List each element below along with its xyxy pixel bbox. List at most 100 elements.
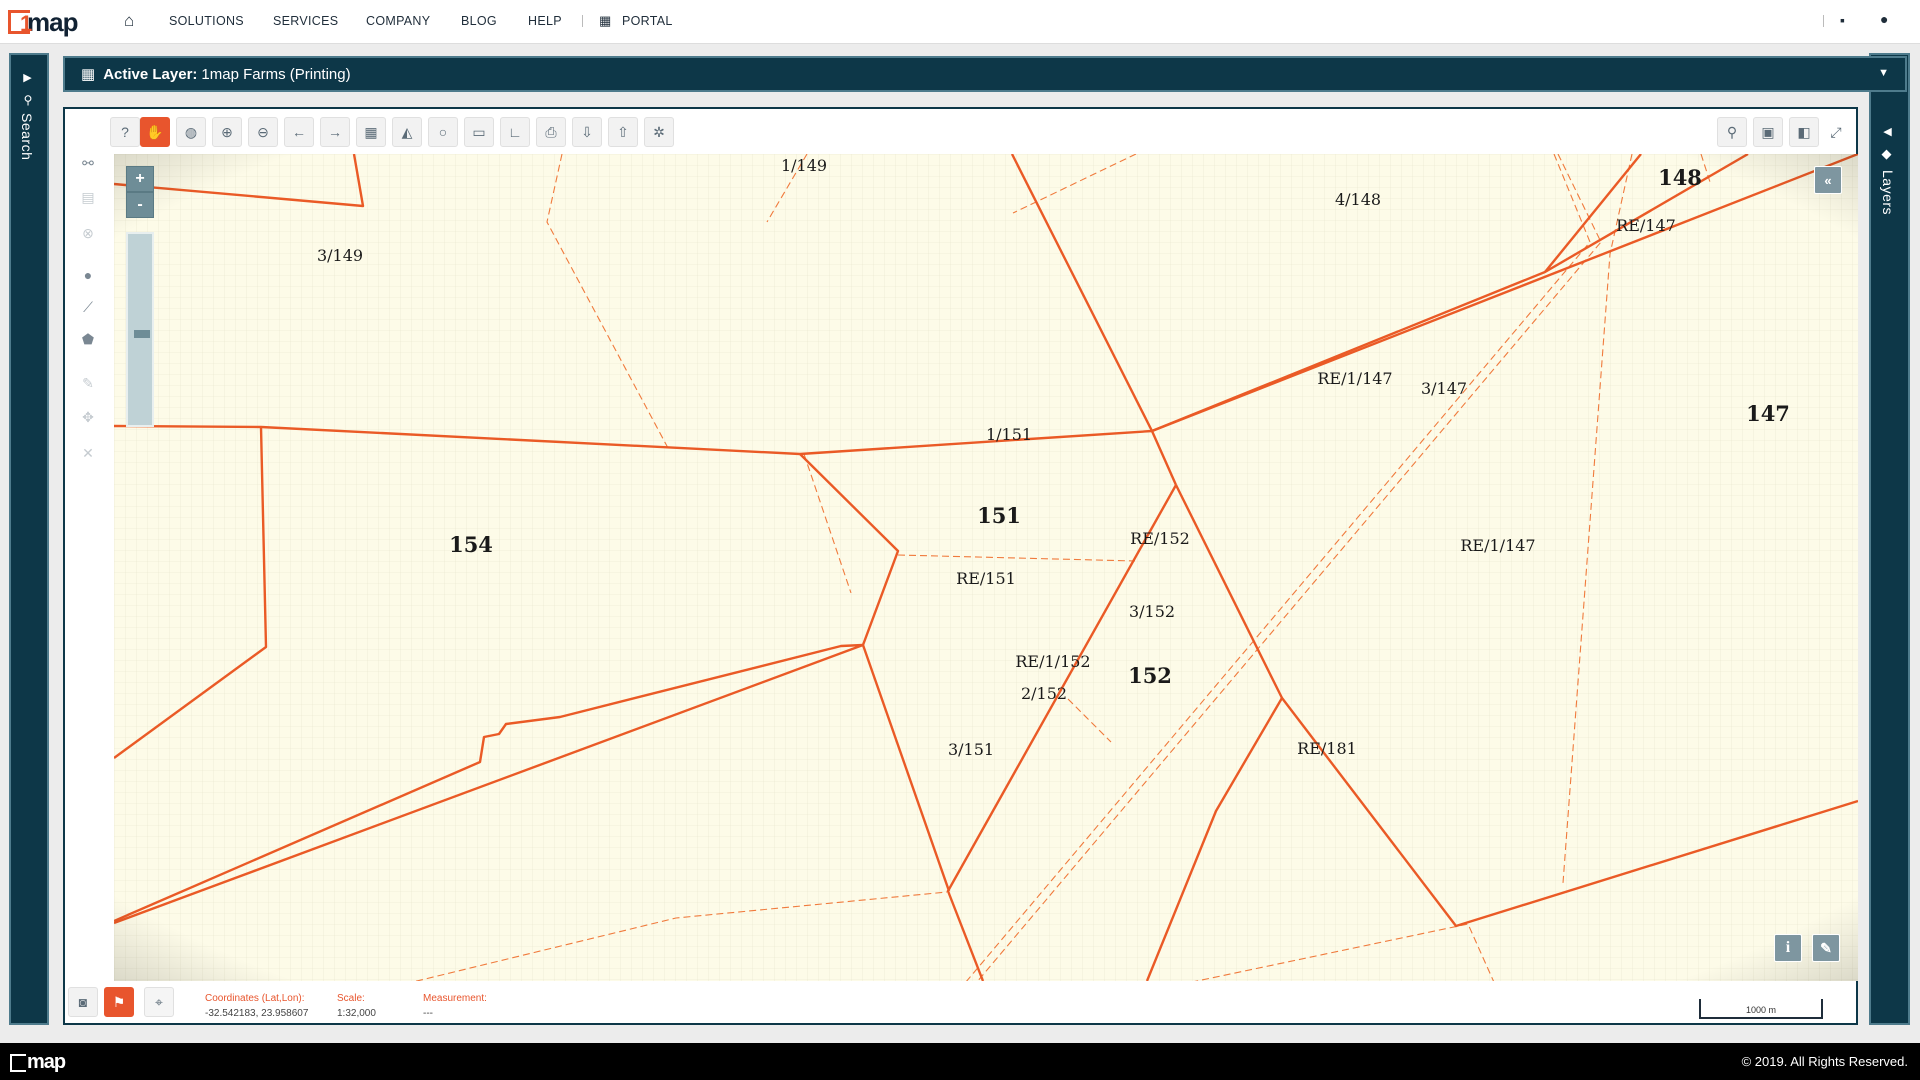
zoom-out-button[interactable]: - — [126, 192, 154, 218]
elevation-profile-icon[interactable]: ◭ — [392, 117, 422, 147]
map-icon: ▤ — [81, 188, 95, 205]
upload-icon[interactable]: ⇧ — [608, 117, 638, 147]
portal-grid-icon: ▦ — [599, 13, 612, 28]
footer-logo[interactable]: map — [10, 1051, 66, 1074]
edit-pencil-icon: ✎ — [82, 374, 94, 391]
parcel-label: RE/1/147 — [1317, 369, 1392, 388]
forward-arrow-icon[interactable]: → — [320, 117, 350, 147]
download-icon[interactable]: ⇩ — [572, 117, 602, 147]
active-layer-name: 1map Farms (Printing) — [201, 65, 351, 83]
collapse-panel-icon[interactable]: « — [1814, 166, 1842, 194]
move-icon: ✥ — [82, 408, 94, 425]
active-layer-bar[interactable]: ▦ Active Layer: 1map Farms (Printing) ▼ — [63, 56, 1907, 92]
footer-logo-bracket — [10, 1053, 26, 1072]
parcel-label: RE/152 — [1130, 529, 1190, 548]
parcel-label: 1/149 — [781, 156, 827, 175]
chevron-down-icon[interactable]: ▼ — [1878, 67, 1889, 79]
table-icon: ▦ — [81, 66, 96, 83]
measurement-value: --- — [423, 1008, 433, 1019]
parcel-label: 3/152 — [1129, 602, 1175, 621]
collapse-arrow-icon: ◀ — [1881, 125, 1893, 139]
parcel-label: 3/149 — [317, 246, 363, 265]
expand-arrow-icon: ▶ — [21, 71, 33, 85]
chat-icon[interactable]: ▪ — [1840, 12, 1845, 28]
logo-bracket: 1 — [8, 10, 33, 36]
pan-hand-icon[interactable]: ✋ — [140, 117, 170, 147]
settings-wheel-icon[interactable]: ✲ — [644, 117, 674, 147]
parcel-label: RE/147 — [1616, 216, 1676, 235]
home-icon[interactable]: ⌂ — [124, 11, 135, 31]
print-icon[interactable]: ⎙ — [536, 117, 566, 147]
help-icon[interactable]: ? — [110, 117, 140, 147]
angle-measure-icon[interactable]: ∟ — [500, 117, 530, 147]
nav-help[interactable]: HELP — [528, 14, 562, 28]
coordinates-value: -32.542183, 23.958607 — [205, 1008, 309, 1019]
nav-divider-right — [1823, 15, 1824, 27]
globe-icon[interactable]: ◍ — [176, 117, 206, 147]
zoom-slider[interactable] — [126, 232, 154, 427]
logo-badge: 1 — [20, 11, 33, 36]
nav-company[interactable]: COMPANY — [366, 14, 430, 28]
scale-label: Scale: — [337, 993, 365, 1004]
parcel-label: RE/151 — [956, 569, 1016, 588]
location-pin-icon[interactable]: ⚑ — [104, 987, 134, 1017]
parcel-label: 151 — [977, 503, 1021, 528]
delete-x-icon: ✕ — [82, 444, 94, 461]
draw-polygon-icon[interactable]: ⬟ — [75, 326, 101, 352]
zoom-slider-thumb[interactable] — [134, 330, 150, 338]
map-panel: ? ✋ ◍ ⊕ ⊖ ← → ▦ ◭ ○ ▭ ∟ ⎙ ⇩ ⇧ ✲ ⚲ ▣ ◧ ⤢ … — [63, 107, 1858, 1025]
draw-toolbar: ⚯ ▤ ⊗ ● ⟋ ⬟ ✎ ✥ ✕ — [71, 114, 105, 494]
parcel-label: 2/152 — [1021, 684, 1067, 703]
copyright: © 2019. All Rights Reserved. — [1741, 1054, 1908, 1069]
layers-panel-label: Layers — [1880, 170, 1896, 216]
scale-value: 1:32,000 — [337, 1008, 376, 1019]
logo-text: map — [27, 6, 78, 37]
draw-line-icon[interactable]: ⟋ — [75, 294, 101, 320]
user-icon[interactable]: ● — [1880, 11, 1889, 27]
attachment-icon[interactable]: ✎ — [1812, 934, 1840, 962]
brand-logo[interactable]: 1 map — [8, 6, 78, 38]
attribute-table-icon[interactable]: ▦ — [356, 117, 386, 147]
draw-circle-icon[interactable]: ● — [75, 262, 101, 288]
binoculars-icon[interactable]: ⚯ — [75, 150, 101, 176]
nav-solutions[interactable]: SOLUTIONS — [169, 14, 244, 28]
fullscreen-icon[interactable]: ⤢ — [1821, 117, 1851, 147]
parcel-label: RE/1/147 — [1460, 536, 1535, 555]
search-icon: ⚲ — [21, 93, 35, 108]
crosshair-icon[interactable]: ⌖ — [144, 987, 174, 1017]
footer-logo-text: map — [27, 1051, 66, 1073]
map-canvas[interactable]: 1/149 4/148 148 RE/147 3/149 RE/1/147 3/147 147… — [114, 154, 1858, 981]
nav-divider — [582, 15, 583, 27]
nav-services[interactable]: SERVICES — [273, 14, 338, 28]
active-layer-prefix: Active Layer: — [103, 65, 198, 83]
nav-portal[interactable]: PORTAL — [622, 14, 673, 28]
split-view-icon[interactable]: ◧ — [1789, 117, 1819, 147]
status-bar: ◙ ⚑ ⌖ Coordinates (Lat,Lon): -32.542183,… — [68, 981, 1855, 1023]
coordinates-label: Coordinates (Lat,Lon): — [205, 993, 305, 1004]
zoom-in-button[interactable]: + — [126, 166, 154, 192]
layers-icon: ◆ — [1880, 147, 1895, 163]
parcel-label: 1/151 — [986, 425, 1032, 444]
search-panel-toggle[interactable]: ▶ ⚲ Search — [9, 53, 49, 1025]
layers-panel-toggle[interactable]: ◀ ◆ Layers — [1869, 53, 1910, 1025]
info-icon[interactable]: i — [1774, 934, 1802, 962]
back-arrow-icon[interactable]: ← — [284, 117, 314, 147]
zoom-in-icon[interactable]: ⊕ — [212, 117, 242, 147]
search-panel-label: Search — [19, 113, 35, 161]
measurement-label: Measurement: — [423, 993, 487, 1004]
clear-icon: ⊗ — [82, 224, 94, 241]
image-export-icon[interactable]: ▣ — [1753, 117, 1783, 147]
street-view-icon[interactable]: ⚲ — [1717, 117, 1747, 147]
nav-blog[interactable]: BLOG — [461, 14, 497, 28]
parcel-label: 3/151 — [948, 740, 994, 759]
circle-tool-icon[interactable]: ○ — [428, 117, 458, 147]
parcel-label: 148 — [1658, 165, 1702, 190]
parcel-label: 4/148 — [1335, 190, 1381, 209]
camera-icon[interactable]: ◙ — [68, 987, 98, 1017]
top-navigation: 1 map ⌂ SOLUTIONS SERVICES COMPANY BLOG … — [0, 0, 1920, 44]
parcel-label: 3/147 — [1421, 379, 1467, 398]
parcel-map[interactable]: 1/149 4/148 148 RE/147 3/149 RE/1/147 3/147 147… — [114, 154, 1858, 981]
parcel-label: RE/1/152 — [1015, 652, 1090, 671]
zoom-out-icon[interactable]: ⊖ — [248, 117, 278, 147]
ruler-icon[interactable]: ▭ — [464, 117, 494, 147]
